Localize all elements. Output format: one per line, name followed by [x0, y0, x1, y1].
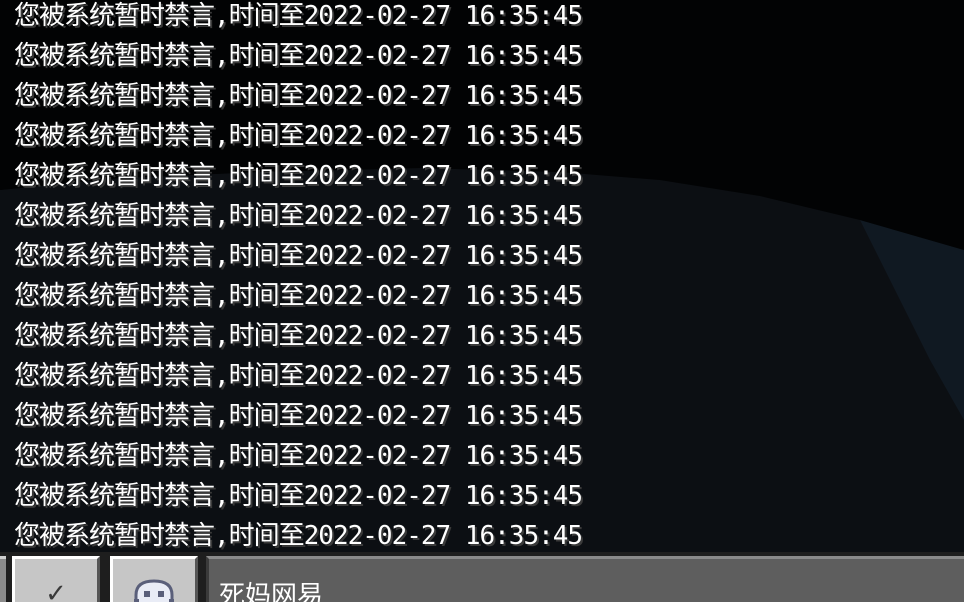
chat-input-field[interactable]: 死妈网易 — [206, 556, 964, 602]
chat-bar-left-edge — [0, 556, 6, 602]
chat-message: 您被系统暂时禁言,时间至2022-02-27 16:35:45 — [14, 361, 583, 391]
chat-message: 您被系统暂时禁言,时间至2022-02-27 16:35:45 — [14, 521, 583, 551]
chat-message: 您被系统暂时禁言,时间至2022-02-27 16:35:45 — [14, 201, 583, 231]
game-screen: 您被系统暂时禁言,时间至2022-02-27 16:35:45 您被系统暂时禁言,… — [0, 0, 964, 602]
chat-message: 您被系统暂时禁言,时间至2022-02-27 16:35:45 — [14, 1, 583, 31]
chat-message: 您被系统暂时禁言,时间至2022-02-27 16:35:45 — [14, 41, 583, 71]
chat-message: 您被系统暂时禁言,时间至2022-02-27 16:35:45 — [14, 321, 583, 351]
chat-message: 您被系统暂时禁言,时间至2022-02-27 16:35:45 — [14, 481, 583, 511]
chat-message: 您被系统暂时禁言,时间至2022-02-27 16:35:45 — [14, 281, 583, 311]
emote-button[interactable] — [110, 556, 198, 602]
chat-message: 您被系统暂时禁言,时间至2022-02-27 16:35:45 — [14, 241, 583, 271]
emote-face-icon — [134, 579, 174, 602]
chat-message: 您被系统暂时禁言,时间至2022-02-27 16:35:45 — [14, 161, 583, 191]
chat-message: 您被系统暂时禁言,时间至2022-02-27 16:35:45 — [14, 81, 583, 111]
checkmark-icon: ✓ — [45, 579, 67, 602]
confirm-button[interactable]: ✓ — [12, 556, 100, 602]
chat-message: 您被系统暂时禁言,时间至2022-02-27 16:35:45 — [14, 121, 583, 151]
chat-message: 您被系统暂时禁言,时间至2022-02-27 16:35:45 — [14, 401, 583, 431]
chat-bar: ✓ 死妈网易 — [0, 552, 964, 602]
chat-log: 您被系统暂时禁言,时间至2022-02-27 16:35:45 您被系统暂时禁言,… — [0, 0, 964, 552]
chat-message: 您被系统暂时禁言,时间至2022-02-27 16:35:45 — [14, 441, 583, 471]
